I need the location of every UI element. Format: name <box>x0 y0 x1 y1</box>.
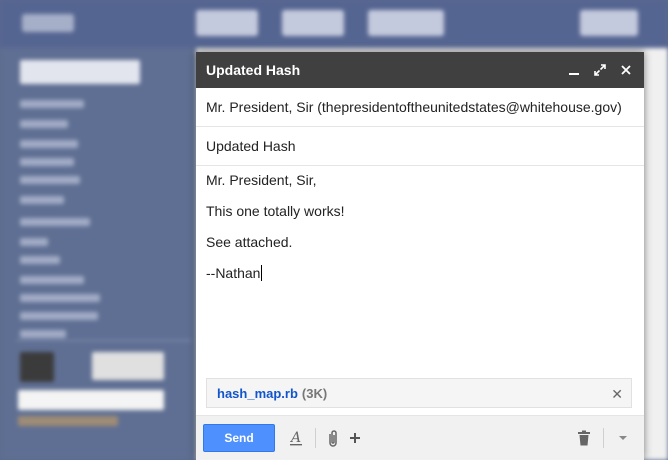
message-body[interactable]: Mr. President, Sir, This one totally wor… <box>196 166 644 368</box>
to-field[interactable]: Mr. President, Sir (thepresidentoftheuni… <box>196 88 644 127</box>
bg-nav-item <box>20 196 64 204</box>
bg-toolbar-button <box>282 10 344 36</box>
compose-title-bar[interactable]: Updated Hash <box>196 52 644 88</box>
compose-toolbar: Send A <box>196 415 644 460</box>
bg-nav-item <box>20 158 74 166</box>
compose-window: Updated Hash Mr. President, Sir (thepres… <box>196 52 644 460</box>
dropdown-arrow-icon[interactable] <box>612 427 634 449</box>
bg-chat-item <box>18 416 118 426</box>
subject-field[interactable]: Updated Hash <box>196 127 644 166</box>
title-bar-controls <box>566 62 634 78</box>
attachment-chip[interactable]: hash_map.rb (3K) ✕ <box>206 378 632 408</box>
attachment-name[interactable]: hash_map.rb <box>217 386 298 401</box>
bg-toolbar-button <box>368 10 444 36</box>
bg-nav-item <box>20 176 80 184</box>
body-line-last: --Nathan <box>206 265 634 282</box>
paperclip-icon[interactable] <box>322 427 344 449</box>
bg-nav-item <box>20 330 66 338</box>
bg-chat-card <box>92 352 164 380</box>
toolbar-divider <box>315 428 316 448</box>
bg-avatar <box>20 352 54 382</box>
signature: --Nathan <box>206 265 261 281</box>
body-line: See attached. <box>206 234 293 250</box>
bg-right-strip <box>644 48 668 460</box>
minimize-icon[interactable] <box>566 62 582 78</box>
text-cursor <box>261 265 263 281</box>
expand-icon[interactable] <box>592 62 608 78</box>
bg-compose-button <box>20 60 140 84</box>
svg-text:A: A <box>289 430 301 446</box>
bg-nav-item <box>20 120 68 128</box>
bg-nav-item <box>20 218 90 226</box>
bg-nav-item <box>20 256 60 264</box>
bg-toolbar-button <box>196 10 258 36</box>
trash-icon[interactable] <box>573 427 595 449</box>
bg-nav-item <box>20 140 78 148</box>
bg-nav-item <box>20 100 84 108</box>
bg-logo <box>22 14 74 32</box>
close-icon[interactable] <box>618 62 634 78</box>
plus-icon[interactable] <box>344 427 366 449</box>
remove-attachment-icon[interactable]: ✕ <box>611 386 623 403</box>
bg-nav-item <box>20 238 48 246</box>
bg-pager <box>580 10 638 36</box>
compose-title: Updated Hash <box>206 62 301 78</box>
bg-nav-item <box>20 276 84 284</box>
attachment-size: (3K) <box>301 385 328 401</box>
bg-divider <box>16 340 192 341</box>
send-button[interactable]: Send <box>203 424 275 452</box>
toolbar-divider <box>603 428 604 448</box>
body-line: Mr. President, Sir, <box>206 172 317 188</box>
bg-chat-search <box>18 390 164 410</box>
bg-nav-item <box>20 312 98 320</box>
text-format-icon[interactable]: A <box>285 427 307 449</box>
bg-nav-item <box>20 294 100 302</box>
body-line: This one totally works! <box>206 203 345 219</box>
